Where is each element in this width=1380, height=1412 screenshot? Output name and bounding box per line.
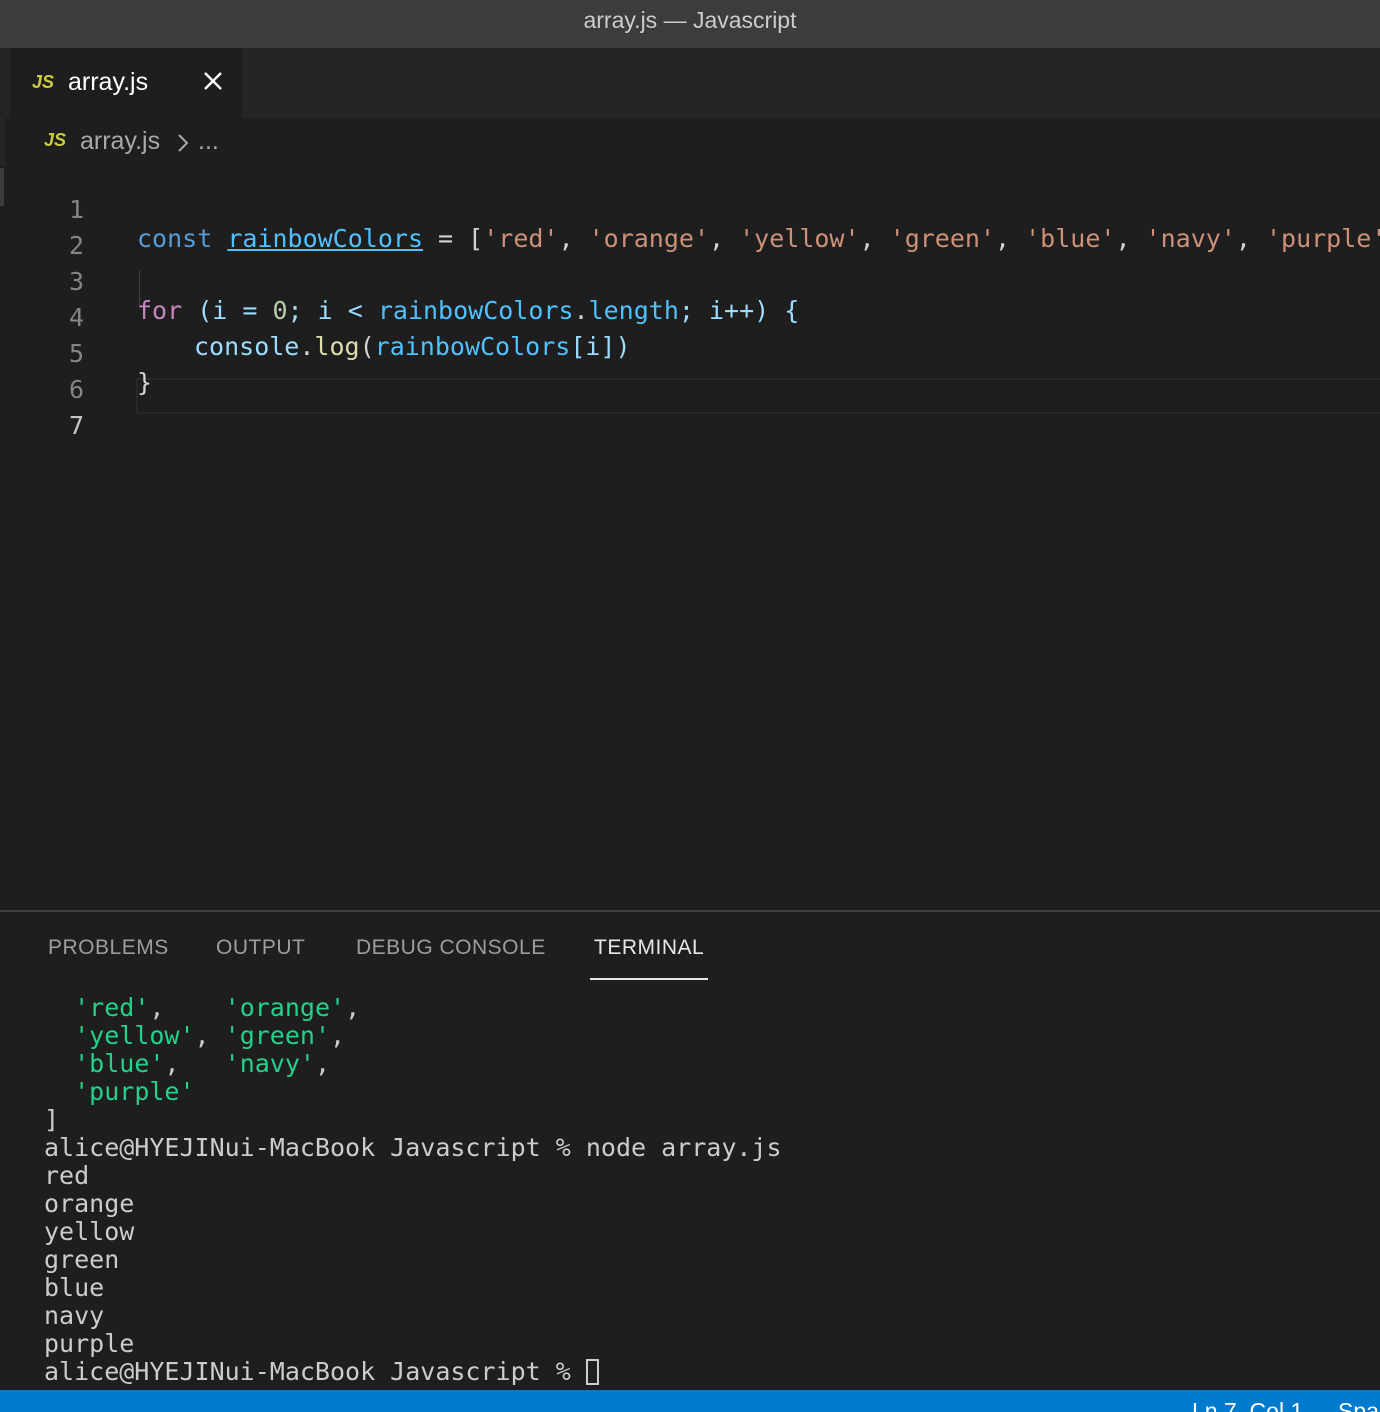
javascript-file-icon: JS xyxy=(32,72,55,92)
terminal-output-line: navy xyxy=(44,1301,105,1330)
code-line-7[interactable]: 7 xyxy=(0,382,1380,440)
terminal-prompt: alice@HYEJINui-MacBook Javascript % xyxy=(44,1133,586,1162)
terminal-prompt: alice@HYEJINui-MacBook Javascript % xyxy=(44,1357,586,1386)
terminal-string: 'yellow' xyxy=(74,1021,195,1050)
terminal-line[interactable]: alice@HYEJINui-MacBook Javascript % xyxy=(44,1358,599,1386)
code-editor[interactable]: 1 const rainbowColors = ['red', 'orange'… xyxy=(0,166,1380,910)
terminal-string: 'purple' xyxy=(74,1077,195,1106)
editor-tab-bar: JS array.js xyxy=(0,48,1380,118)
cursor-position[interactable]: Ln 7, Col 1 xyxy=(1192,1398,1303,1412)
terminal-output-line: purple xyxy=(44,1329,135,1358)
tab-terminal[interactable]: TERMINAL xyxy=(594,936,704,960)
terminal-line: 'purple' xyxy=(44,1077,195,1106)
terminal-output-line: orange xyxy=(44,1189,135,1218)
breadcrumb: JS array.js ... xyxy=(0,118,1380,166)
status-bar: Ln 7, Col 1 Spa xyxy=(0,1390,1380,1412)
javascript-file-icon: JS xyxy=(44,130,67,150)
terminal-line: 'yellow', 'green', xyxy=(74,1021,346,1050)
close-icon[interactable] xyxy=(198,66,228,96)
terminal-output-line: blue xyxy=(44,1273,105,1302)
breadcrumb-file[interactable]: array.js xyxy=(80,127,160,156)
code-line-2[interactable]: 2 xyxy=(0,202,1380,260)
tab-debug-console[interactable]: DEBUG CONSOLE xyxy=(356,936,546,960)
breadcrumb-more[interactable]: ... xyxy=(198,127,219,156)
code-line-4[interactable]: 4 console.log(rainbowColors[i]) xyxy=(0,274,1380,361)
active-tab-indicator xyxy=(590,978,708,980)
tab-output[interactable]: OUTPUT xyxy=(216,936,305,960)
terminal-output-line: red xyxy=(44,1161,90,1190)
terminal-line: ] xyxy=(44,1105,60,1134)
window-title: array.js — Javascript xyxy=(0,0,1380,48)
code-line-6[interactable]: 6 xyxy=(0,346,1380,404)
bottom-panel: PROBLEMS OUTPUT DEBUG CONSOLE TERMINAL '… xyxy=(0,910,1380,1390)
terminal-command: node array.js xyxy=(585,1133,782,1162)
line-number: 7 xyxy=(68,411,84,440)
terminal-string: 'navy' xyxy=(224,1049,315,1078)
tab-problems[interactable]: PROBLEMS xyxy=(48,936,169,960)
terminal-string: 'red' xyxy=(74,993,150,1022)
terminal-cursor xyxy=(585,1359,599,1385)
tab-array-js[interactable]: JS array.js xyxy=(10,48,242,118)
code-line-1[interactable]: 1 const rainbowColors = ['red', 'orange'… xyxy=(0,166,1380,253)
terminal-string: 'green' xyxy=(224,1021,330,1050)
terminal-string: 'blue' xyxy=(74,1049,165,1078)
indentation-status[interactable]: Spa xyxy=(1338,1398,1379,1412)
terminal-line: alice@HYEJINui-MacBook Javascript % node… xyxy=(44,1134,782,1162)
code-line-3[interactable]: 3 for (i = 0; i < rainbowColors.length; … xyxy=(0,238,1380,325)
terminal-output-line: yellow xyxy=(44,1217,135,1246)
tab-label: array.js xyxy=(68,68,149,96)
terminal-line: 'red', 'orange', xyxy=(74,993,361,1022)
chevron-right-icon xyxy=(178,134,189,152)
terminal-line: 'blue', 'navy', xyxy=(74,1049,331,1078)
terminal-output-line: green xyxy=(44,1245,120,1274)
code-line-5[interactable]: 5 } xyxy=(0,310,1380,397)
terminal-string: 'orange' xyxy=(224,993,346,1022)
